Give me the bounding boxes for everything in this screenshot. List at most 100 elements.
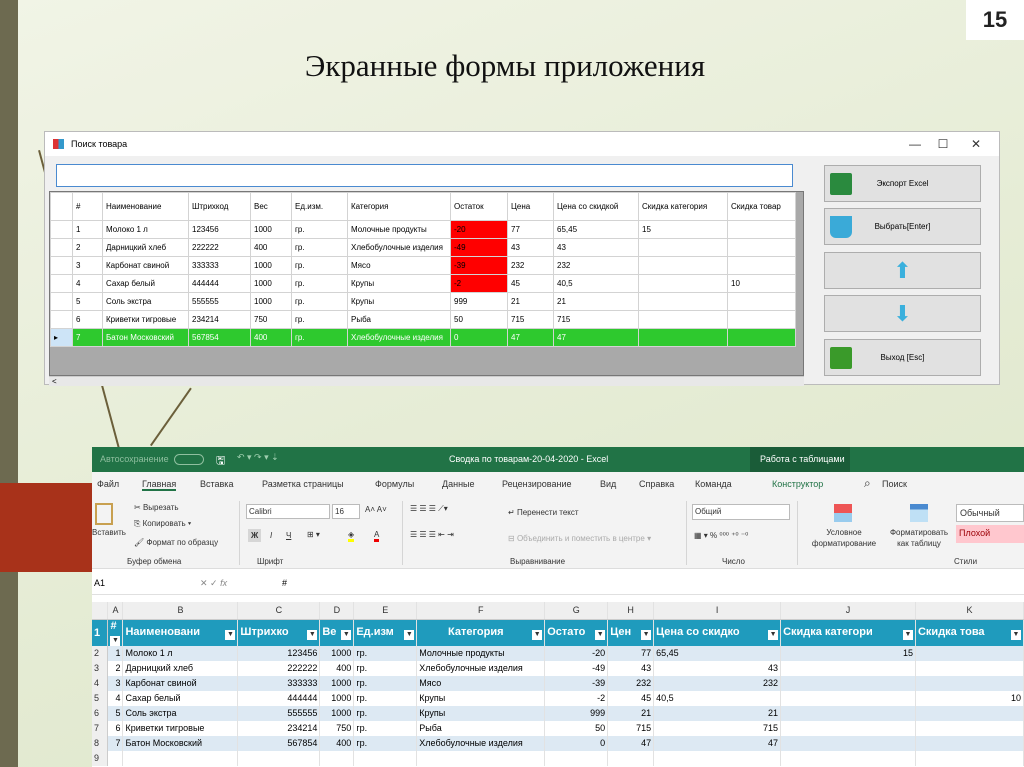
cell[interactable]: 21 xyxy=(653,705,782,721)
cell[interactable]: 47 xyxy=(507,328,554,347)
cell[interactable]: 567854 xyxy=(188,328,251,347)
cell[interactable]: Соль экстра xyxy=(102,292,189,311)
row-header[interactable] xyxy=(50,292,73,311)
copy-button[interactable]: ⎘ Копировать ▾ xyxy=(134,519,191,529)
row-header[interactable] xyxy=(50,274,73,293)
cell[interactable]: 21 xyxy=(553,292,639,311)
cell[interactable]: 715 xyxy=(507,310,554,329)
style-normal[interactable]: Обычный xyxy=(956,504,1024,522)
cell[interactable]: 333333 xyxy=(237,675,321,691)
cell[interactable]: Крупы xyxy=(347,274,451,293)
tab-0[interactable]: Файл xyxy=(97,479,119,489)
cell[interactable]: гр. xyxy=(291,238,348,257)
header-cell[interactable]: Ве ▼ xyxy=(319,619,355,646)
cell[interactable]: 65,45 xyxy=(653,645,782,661)
cell[interactable]: 15 xyxy=(638,220,728,239)
cell[interactable] xyxy=(416,750,546,766)
format-painter-button[interactable]: 🖌 Формат по образцу xyxy=(134,538,218,547)
name-box[interactable]: A1 xyxy=(94,578,192,588)
row-header[interactable] xyxy=(50,238,73,257)
cell[interactable]: 555555 xyxy=(237,705,321,721)
cell[interactable]: гр. xyxy=(353,645,418,661)
cell[interactable]: 43 xyxy=(507,238,554,257)
row-number[interactable]: 9 xyxy=(92,750,109,766)
cell[interactable]: гр. xyxy=(291,274,348,293)
cell[interactable] xyxy=(780,660,916,676)
cell[interactable]: -39 xyxy=(450,256,508,275)
cell[interactable]: Батон Московский xyxy=(102,328,189,347)
filter-dropdown-icon[interactable]: ▼ xyxy=(1011,629,1021,640)
cell[interactable]: 43 xyxy=(653,660,782,676)
cell[interactable]: 234214 xyxy=(237,720,321,736)
cell[interactable]: Батон Московский xyxy=(122,735,239,751)
cell[interactable] xyxy=(544,750,609,766)
cell[interactable] xyxy=(780,735,916,751)
cell[interactable]: 40,5 xyxy=(553,274,639,293)
conditional-format-button[interactable]: Условное форматирование xyxy=(804,527,884,549)
column-header[interactable]: Скидка категория xyxy=(638,192,728,221)
table-row[interactable]: 3 Карбонат свиной 333333 1000 гр. Мясо -39 232 2… xyxy=(50,256,796,275)
cell[interactable]: Карбонат свиной xyxy=(122,675,239,691)
cell[interactable]: 77 xyxy=(607,645,655,661)
fill-color-icon[interactable]: ◈ xyxy=(348,530,355,542)
font-grow-shrink[interactable]: A˄ A˅ xyxy=(365,505,387,514)
cell[interactable]: 333333 xyxy=(188,256,251,275)
cell[interactable]: 1000 xyxy=(319,705,355,721)
cell[interactable]: Сахар белый xyxy=(122,690,239,706)
cell[interactable] xyxy=(915,720,1024,736)
cell[interactable]: 999 xyxy=(544,705,609,721)
column-letter[interactable]: D xyxy=(319,602,355,620)
header-cell[interactable]: Скидка категори ▼ xyxy=(780,619,916,646)
cell[interactable] xyxy=(780,750,916,766)
cell[interactable]: Молоко 1 л xyxy=(102,220,189,239)
header-cell[interactable]: Цена со скидко ▼ xyxy=(653,619,782,646)
exit-button[interactable]: Выход [Esc] xyxy=(824,339,981,376)
header-cell[interactable]: Остато ▼ xyxy=(544,619,609,646)
column-header[interactable]: Штрихкод xyxy=(188,192,251,221)
cell[interactable]: 1000 xyxy=(250,274,292,293)
cell[interactable] xyxy=(727,220,796,239)
filter-dropdown-icon[interactable]: ▼ xyxy=(225,629,236,640)
column-header[interactable]: Категория xyxy=(347,192,451,221)
cell[interactable]: 47 xyxy=(607,735,655,751)
cell[interactable]: 3 xyxy=(72,256,103,275)
cell[interactable]: 567854 xyxy=(237,735,321,751)
column-letter[interactable]: G xyxy=(544,602,609,620)
cell[interactable]: 1000 xyxy=(250,220,292,239)
cell[interactable]: Криветки тигровые xyxy=(122,720,239,736)
undo-icon[interactable]: ↶ ▾ ↷ ▾ ⇣ xyxy=(237,452,279,463)
cell[interactable]: 21 xyxy=(507,292,554,311)
cell[interactable]: 15 xyxy=(780,645,916,661)
filter-dropdown-icon[interactable]: ▼ xyxy=(768,629,779,640)
cell[interactable]: 715 xyxy=(607,720,655,736)
table-row[interactable]: 7 6 Криветки тигровые 234214 750 гр. Рыба 50 715… xyxy=(92,720,1024,736)
cell[interactable] xyxy=(915,750,1024,766)
table-row[interactable]: 6 Криветки тигровые 234214 750 гр. Рыба 50 715 7… xyxy=(50,310,796,329)
cell[interactable]: Дарницкий хлеб xyxy=(122,660,239,676)
header-cell[interactable]: Ед.изм ▼ xyxy=(353,619,418,646)
table-row[interactable]: 4 Сахар белый 444444 1000 гр. Крупы -2 45 40,5 10 xyxy=(50,274,796,293)
save-icon[interactable]: 🖫 xyxy=(216,452,225,471)
filter-dropdown-icon[interactable]: ▼ xyxy=(404,629,415,640)
cell[interactable]: 123456 xyxy=(188,220,251,239)
cell[interactable]: 1000 xyxy=(250,256,292,275)
table-row[interactable]: ▸ 7 Батон Московский 567854 400 гр. Хлебобулоч… xyxy=(50,328,796,347)
column-header[interactable]: Наименование xyxy=(102,192,189,221)
cell[interactable]: 43 xyxy=(553,238,639,257)
cell[interactable]: гр. xyxy=(353,675,418,691)
cell[interactable]: 5 xyxy=(107,705,124,721)
number-format-icons[interactable]: ▦ ▾ % ⁰⁰⁰ ⁺⁰ ⁻⁰ xyxy=(694,531,748,540)
cell[interactable]: 1 xyxy=(72,220,103,239)
cell[interactable]: 715 xyxy=(653,720,782,736)
cell[interactable]: 47 xyxy=(653,735,782,751)
cell[interactable]: 555555 xyxy=(188,292,251,311)
bold-button[interactable]: Ж xyxy=(248,529,262,542)
cell[interactable] xyxy=(915,645,1024,661)
cell[interactable]: 232 xyxy=(553,256,639,275)
cell[interactable]: Хлебобулочные изделия xyxy=(347,238,451,257)
cell[interactable]: -49 xyxy=(544,660,609,676)
font-name-select[interactable]: Calibri xyxy=(246,504,330,519)
tab-2[interactable]: Вставка xyxy=(200,479,233,489)
cell[interactable]: гр. xyxy=(353,735,418,751)
column-header[interactable]: Ед.изм. xyxy=(291,192,348,221)
